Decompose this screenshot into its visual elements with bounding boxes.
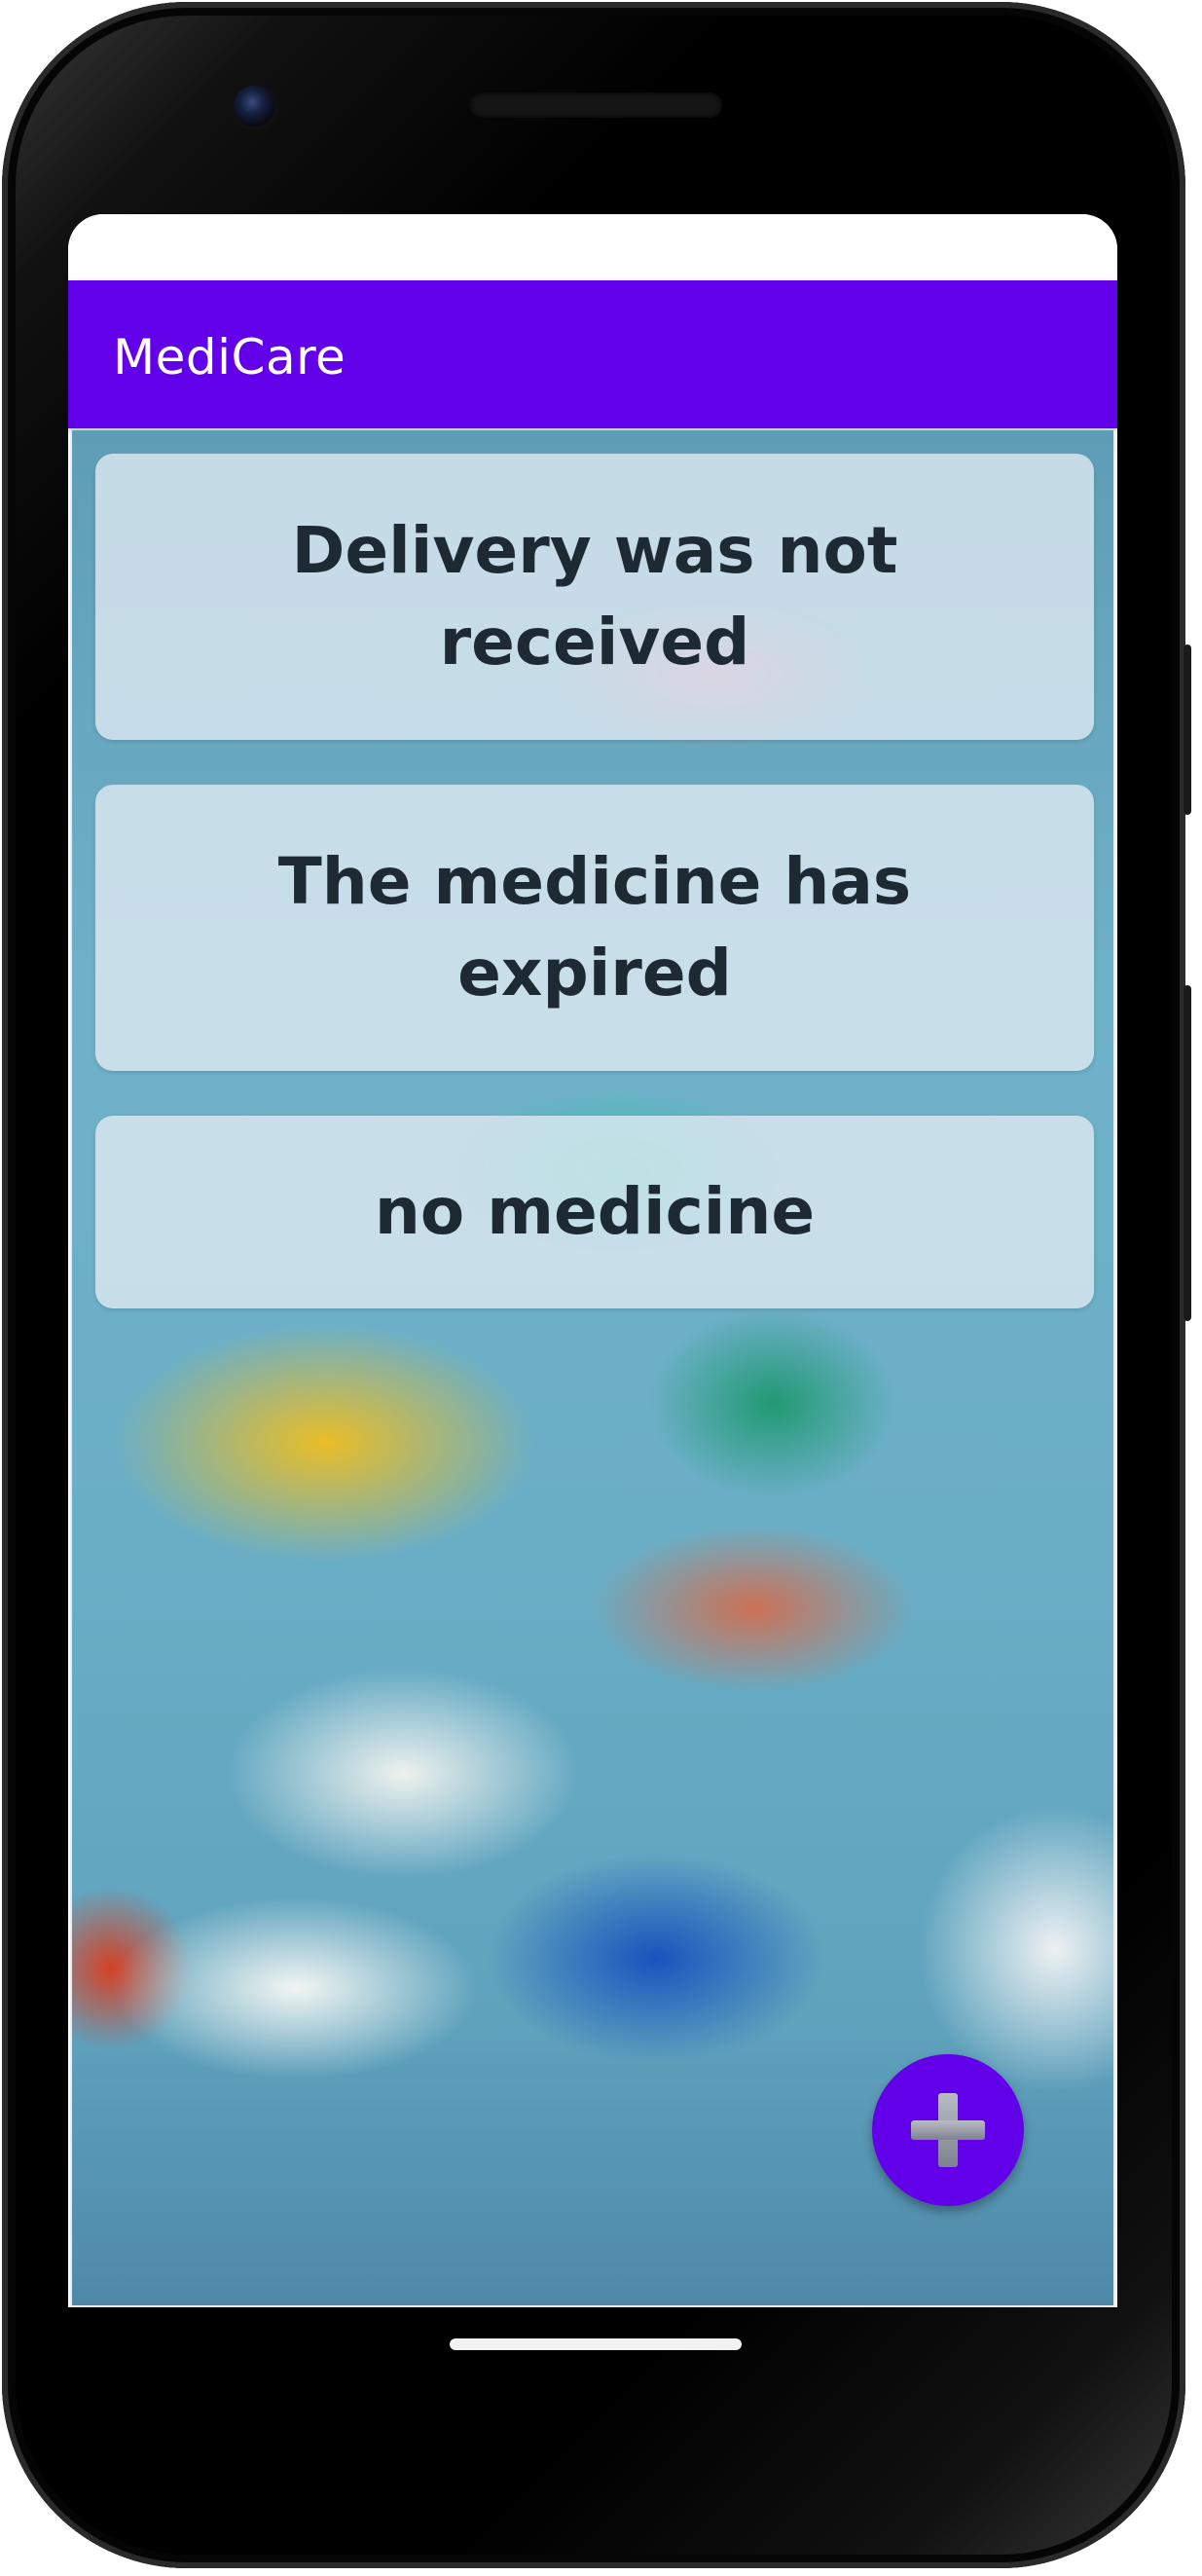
screen: MediCare Delivery was not received The m…: [68, 214, 1117, 2307]
power-button: [1184, 644, 1191, 815]
plus-icon: [911, 2093, 985, 2167]
complaint-card-medicine-expired[interactable]: The medicine has expired: [95, 785, 1094, 1071]
earpiece-speaker: [469, 92, 722, 118]
background-image-pills: Delivery was not received The medicine h…: [70, 430, 1115, 2307]
phone-frame: MediCare Delivery was not received The m…: [2, 2, 1191, 2568]
complaint-label: Delivery was not received: [291, 513, 898, 680]
app-bar: MediCare: [68, 280, 1117, 428]
add-button[interactable]: [872, 2054, 1024, 2206]
complaint-label: no medicine: [374, 1174, 816, 1249]
complaint-card-delivery-not-received[interactable]: Delivery was not received: [95, 454, 1094, 740]
home-indicator[interactable]: [450, 2338, 742, 2350]
volume-button: [1184, 985, 1191, 1321]
app-title: MediCare: [113, 329, 346, 386]
status-bar: [68, 214, 1117, 280]
complaint-card-no-medicine[interactable]: no medicine: [95, 1116, 1094, 1308]
complaint-label: The medicine has expired: [277, 844, 912, 1011]
front-camera: [234, 86, 274, 127]
